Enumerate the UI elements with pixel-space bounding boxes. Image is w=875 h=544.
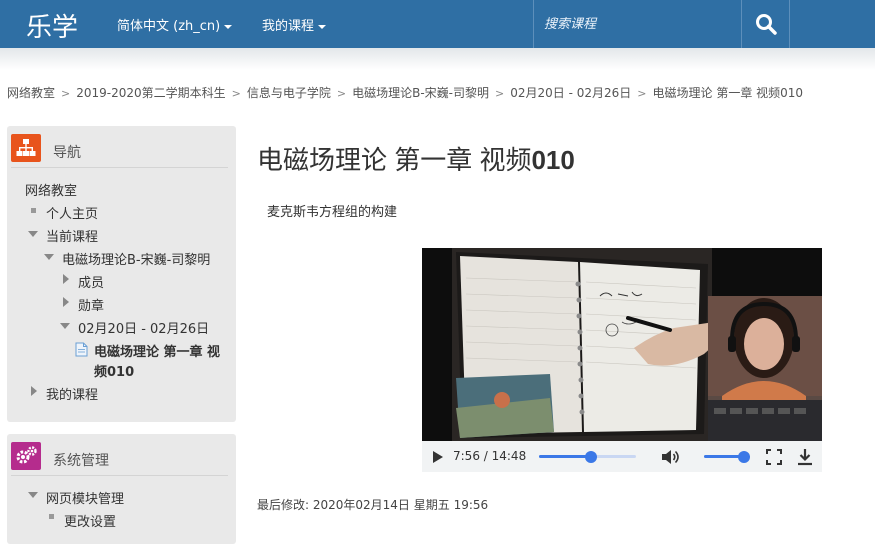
breadcrumb: 网络教室 >2019-2020第二学期本科生 > 信息与电子学院 > 电磁场理论B-宋巍-…	[7, 84, 803, 101]
header-shadow	[0, 48, 875, 70]
nav-item-active-page-char: 频010	[94, 365, 135, 380]
navigation-block: 导航 网络教室 个人主页 当前课程 电磁场理论B-宋巍-司黎明 成员 勋章 02…	[7, 126, 236, 422]
breadcrumb-item[interactable]: 信息与电子学院	[247, 86, 331, 100]
volume-icon[interactable]	[660, 447, 680, 467]
nav-item-course[interactable]: 电磁场理论B-宋巍-司黎明	[62, 249, 210, 268]
site-brand[interactable]: 乐学	[26, 7, 78, 44]
gears-icon	[11, 442, 41, 470]
search-button[interactable]	[741, 0, 790, 48]
nav-item-active-page[interactable]: 电磁场理论 第一章 视	[94, 341, 220, 360]
expanded-arrow-icon[interactable]	[44, 254, 54, 260]
search-icon	[756, 14, 777, 35]
breadcrumb-item[interactable]: 网络教室	[7, 86, 55, 100]
collapsed-arrow-icon[interactable]	[31, 386, 37, 396]
admin-item-edit-settings[interactable]: 更改设置	[64, 511, 116, 530]
admin-item-page-module[interactable]: 网页模块管理	[46, 488, 124, 507]
administration-block: 系统管理 网页模块管理 更改设置	[7, 434, 236, 544]
bullet-icon	[31, 208, 36, 213]
nav-item-week[interactable]: 02月20日 - 02月26日	[78, 318, 209, 337]
volume-knob[interactable]	[738, 451, 750, 463]
nav-item-badges[interactable]: 勋章	[78, 295, 104, 314]
nav-item-my-courses[interactable]: 我的课程	[46, 384, 98, 403]
bullet-icon	[49, 514, 54, 519]
collapsed-arrow-icon[interactable]	[63, 274, 69, 284]
search-box	[533, 0, 741, 48]
nav-item-active-page-cont[interactable]: 频010	[94, 361, 134, 380]
navigation-block-header: 导航	[11, 134, 228, 168]
play-icon[interactable]	[432, 450, 444, 464]
chevron-right-icon: >	[61, 87, 71, 100]
language-menu-label: 简体中文 (zh_cn)	[117, 19, 221, 34]
breadcrumb-item-current: 电磁场理论 第一章 视频010	[652, 86, 804, 100]
chevron-down-icon	[318, 24, 327, 29]
page-title: 电磁场理论 第一章 视频010	[257, 140, 575, 177]
last-modified: 最后修改: 2020年02月14日 星期五 19:56	[257, 498, 489, 512]
page-description: 麦克斯韦方程组的构建	[267, 205, 398, 220]
sitemap-icon	[11, 134, 41, 162]
search-input[interactable]	[544, 14, 734, 34]
chevron-right-icon: >	[231, 87, 241, 100]
administration-block-title: 系统管理	[53, 453, 109, 469]
expanded-arrow-icon[interactable]	[28, 492, 38, 498]
breadcrumb-item[interactable]: 电磁场理论B-宋巍-司黎明	[352, 86, 489, 100]
administration-block-header: 系统管理	[11, 442, 228, 476]
my-courses-menu-label: 我的课程	[262, 19, 315, 34]
top-navbar: 乐学 简体中文 (zh_cn) 我的课程	[0, 0, 875, 48]
page-title-text: 电磁场理论 第一章 视频	[257, 145, 532, 175]
chevron-right-icon: >	[637, 87, 647, 100]
collapsed-arrow-icon[interactable]	[63, 297, 69, 307]
breadcrumb-item[interactable]: 02月20日 - 02月26日	[510, 86, 631, 100]
download-icon[interactable]	[797, 448, 813, 466]
expanded-arrow-icon[interactable]	[28, 231, 38, 237]
progress-knob[interactable]	[584, 451, 597, 463]
progress-fill	[539, 455, 591, 458]
chevron-right-icon: >	[336, 87, 347, 100]
nav-item-participants[interactable]: 成员	[78, 272, 104, 291]
breadcrumb-item[interactable]: 2019-2020第二学期本科生	[76, 86, 225, 100]
fullscreen-icon[interactable]	[766, 449, 782, 465]
video-controls: 7:56 / 14:48	[422, 441, 822, 472]
video-player[interactable]	[422, 248, 822, 441]
nav-item-current-courses[interactable]: 当前课程	[46, 226, 98, 245]
video-frame	[422, 248, 822, 441]
nav-item-dashboard[interactable]: 个人主页	[46, 203, 98, 222]
video-time: 7:56 / 14:48	[453, 449, 527, 463]
expanded-arrow-icon[interactable]	[60, 323, 70, 329]
nav-item-home[interactable]: 网络教室	[25, 180, 77, 199]
my-courses-menu[interactable]: 我的课程	[262, 15, 327, 34]
chevron-down-icon	[224, 24, 233, 29]
file-icon	[75, 342, 88, 357]
page-title-number: 010	[531, 145, 575, 175]
chevron-right-icon: >	[495, 87, 505, 100]
navigation-block-title: 导航	[53, 145, 81, 161]
language-menu[interactable]: 简体中文 (zh_cn)	[117, 15, 233, 34]
